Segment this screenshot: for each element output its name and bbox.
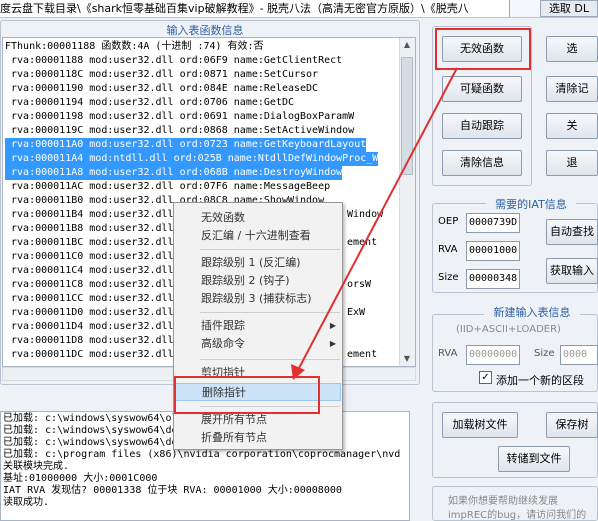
- annotation-arrow: [291, 67, 458, 380]
